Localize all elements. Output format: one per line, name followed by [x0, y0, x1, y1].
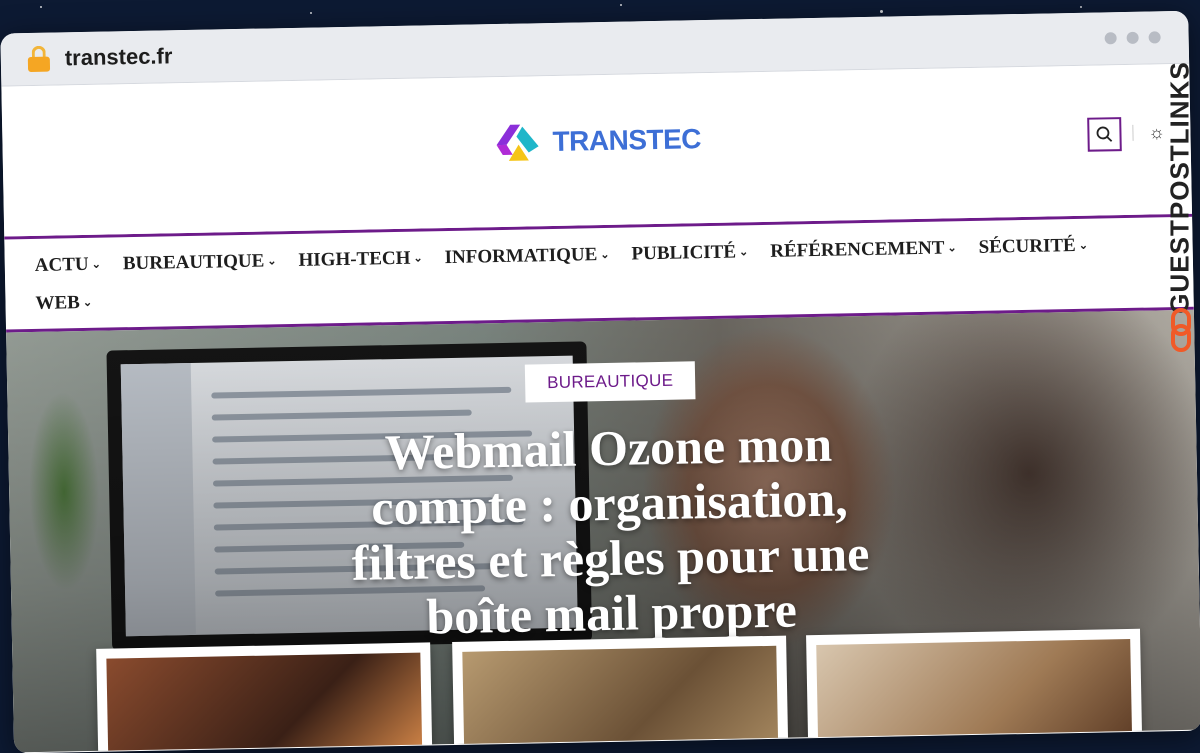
- window-dot-icon[interactable]: [1126, 31, 1139, 44]
- chevron-down-icon: ⌄: [947, 242, 957, 255]
- chevron-down-icon: ⌄: [738, 246, 749, 259]
- hero-title[interactable]: Webmail Ozone mon compte : organisation,…: [308, 415, 912, 646]
- site-header: TRANSTEC ☼: [1, 63, 1193, 237]
- header-divider: [1132, 124, 1134, 141]
- chevron-down-icon: ⌄: [413, 252, 423, 265]
- hero-banner[interactable]: BUREAUTIQUE Webmail Ozone mon compte : o…: [6, 309, 1200, 753]
- window-dot-icon[interactable]: [1104, 32, 1117, 45]
- article-card-image: [816, 638, 1133, 753]
- category-badge[interactable]: BUREAUTIQUE: [524, 361, 696, 403]
- nav-item-publicite[interactable]: PUBLICITÉ ⌄: [631, 233, 748, 273]
- nav-item-bureautique[interactable]: BUREAUTIQUE ⌄: [123, 242, 277, 283]
- search-button[interactable]: [1087, 117, 1122, 152]
- nav-item-informatique[interactable]: INFORMATIQUE ⌄: [444, 236, 610, 277]
- star: [620, 4, 622, 6]
- nav-item-actu[interactable]: ACTU ⌄: [34, 246, 101, 285]
- article-card[interactable]: [452, 635, 789, 753]
- nav-item-referencement[interactable]: RÉFÉRENCEMENT ⌄: [770, 229, 957, 271]
- search-icon: [1096, 126, 1113, 142]
- chevron-down-icon: ⌄: [1078, 239, 1089, 252]
- lock-icon: [27, 45, 51, 73]
- nav-item-securite[interactable]: SÉCURITÉ ⌄: [978, 227, 1088, 267]
- article-card[interactable]: [806, 628, 1143, 753]
- watermark-text: GUESTPOSTLINKS: [1164, 61, 1195, 314]
- chevron-down-icon: ⌄: [82, 296, 93, 310]
- article-card-image: [462, 645, 779, 753]
- star: [1080, 6, 1082, 8]
- browser-window: transtec.fr TRANSTEC ☼ ACTU ⌄ BUREAUTIQU…: [0, 10, 1200, 753]
- guestpostlinks-watermark: GUESTPOSTLINKS: [1162, 60, 1198, 360]
- chevron-down-icon: ⌄: [600, 248, 610, 262]
- article-card[interactable]: [96, 642, 433, 753]
- chevron-down-icon: ⌄: [267, 255, 277, 268]
- window-controls: [1104, 31, 1161, 45]
- chevron-down-icon: ⌄: [91, 258, 101, 271]
- star: [40, 6, 42, 8]
- link-icon: [1171, 308, 1191, 352]
- nav-item-high-tech[interactable]: HIGH-TECH ⌄: [298, 240, 423, 280]
- star: [880, 10, 883, 13]
- star: [310, 12, 312, 14]
- logo-mark-icon: [496, 124, 539, 161]
- window-dot-icon[interactable]: [1148, 31, 1161, 44]
- article-card-image: [106, 652, 423, 753]
- logo-text: TRANSTEC: [552, 123, 702, 157]
- url-text[interactable]: transtec.fr: [65, 43, 173, 71]
- site-logo[interactable]: TRANSTEC: [492, 119, 701, 163]
